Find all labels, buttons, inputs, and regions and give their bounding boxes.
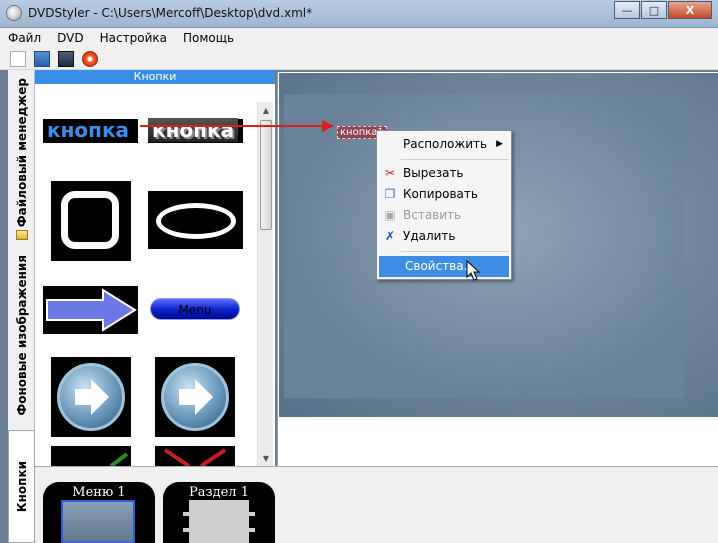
app-icon: [6, 5, 22, 21]
ctx-delete-label: Удалить: [403, 229, 456, 243]
gallery-scrollbar[interactable]: ▲ ▼: [257, 102, 273, 466]
maximize-button[interactable]: □: [641, 1, 667, 19]
button-thumb-rounded-square[interactable]: [51, 181, 131, 261]
buttons-gallery: кнопка кнопка Menu: [35, 84, 275, 466]
folder-icon: [15, 230, 28, 240]
tab-buttons[interactable]: Кнопки: [8, 430, 35, 543]
menu-help[interactable]: Помощь: [183, 31, 234, 45]
menubar: Файл DVD Настройка Помощь: [0, 28, 718, 48]
button-thumb-partial-2[interactable]: [155, 446, 235, 466]
copy-icon: ❐: [384, 187, 396, 201]
ctx-properties[interactable]: Свойства...: [379, 256, 509, 277]
scissors-icon: ✂: [384, 166, 396, 180]
ctx-delete[interactable]: ✗ Удалить: [377, 226, 511, 247]
tab-backgrounds-label: Фоновые изображения: [14, 254, 29, 416]
button-thumb-partial-1[interactable]: [51, 446, 131, 466]
toolbar: [0, 48, 718, 70]
button-thumb-circle-arrow-2[interactable]: [155, 357, 235, 437]
submenu-arrow-icon: ▶: [496, 139, 503, 149]
scroll-down-icon[interactable]: ▼: [258, 450, 274, 466]
check-icon: [109, 452, 129, 466]
mouse-cursor-icon: [466, 260, 480, 281]
ctx-paste-label: Вставить: [403, 208, 462, 222]
context-menu: Расположить ▶ ✂ Вырезать ❐ Копировать ▣ …: [376, 130, 512, 280]
chapter-preview-film: [183, 500, 255, 543]
ctx-separator: [401, 251, 509, 252]
button-sample-text: кнопка: [148, 118, 239, 142]
arrow-right-icon: [75, 379, 109, 415]
menu-settings[interactable]: Настройка: [100, 31, 167, 45]
burn-icon[interactable]: [82, 50, 98, 67]
rounded-square-shape: [61, 191, 119, 249]
close-button[interactable]: X: [668, 1, 712, 19]
ctx-paste[interactable]: ▣ Вставить: [377, 205, 511, 226]
drag-arrow-line: [140, 125, 325, 127]
button-thumb-text-white[interactable]: кнопка: [148, 118, 243, 143]
ctx-separator: [401, 159, 509, 160]
titleset-menu-card[interactable]: Меню 1: [43, 482, 155, 543]
button-thumb-menu[interactable]: Menu: [148, 294, 243, 324]
panel-header: Кнопки: [35, 70, 275, 84]
delete-icon: ✗: [384, 229, 396, 243]
tab-buttons-label: Кнопки: [14, 460, 29, 513]
drag-arrow-head: [322, 120, 334, 132]
scroll-up-icon[interactable]: ▲: [258, 102, 274, 118]
menu-card-title: Меню 1: [72, 485, 126, 500]
tab-file-manager-label: Файловый менеджер: [14, 78, 29, 228]
button-thumb-circle-arrow-1[interactable]: [51, 357, 131, 437]
arrow-right-icon: [46, 288, 137, 332]
titleset-chapter-card[interactable]: Раздел 1: [163, 482, 275, 543]
window-title: DVDStyler - C:\Users\Mercoff\Desktop\dvd…: [28, 6, 313, 20]
ctx-arrange[interactable]: Расположить ▶: [377, 134, 511, 155]
button-thumb-arrow[interactable]: [43, 286, 138, 334]
folder-icon-wrap: [8, 228, 35, 242]
button-thumb-ellipse[interactable]: [148, 191, 243, 249]
chapter-card-title: Раздел 1: [189, 485, 249, 500]
menu-pill-button: Menu: [150, 298, 240, 320]
menu-dvd[interactable]: DVD: [57, 31, 83, 45]
window-titlebar[interactable]: DVDStyler - C:\Users\Mercoff\Desktop\dvd…: [0, 0, 718, 28]
menu-preview: [61, 500, 135, 543]
open-icon[interactable]: [34, 50, 50, 67]
titleset-manager: Меню 1 Раздел 1: [35, 466, 718, 543]
arrow-right-icon: [179, 379, 213, 415]
ctx-cut-label: Вырезать: [403, 166, 464, 180]
ellipse-shape: [156, 203, 236, 239]
ctx-arrange-label: Расположить: [403, 137, 488, 151]
ctx-properties-label: Свойства...: [405, 259, 476, 273]
paste-icon: ▣: [384, 208, 396, 222]
button-thumb-text-blue[interactable]: кнопка: [43, 119, 138, 143]
ctx-copy[interactable]: ❐ Копировать: [377, 184, 511, 205]
ctx-cut[interactable]: ✂ Вырезать: [377, 163, 511, 184]
button-sample-text: кнопка: [47, 118, 130, 142]
menu-file[interactable]: Файл: [8, 31, 41, 45]
tab-file-manager[interactable]: Файловый менеджер: [8, 78, 35, 228]
tab-backgrounds[interactable]: Фоновые изображения: [8, 250, 35, 420]
cross-icon: [163, 448, 227, 466]
scroll-thumb[interactable]: [260, 120, 272, 230]
save-icon[interactable]: [58, 50, 74, 67]
new-icon[interactable]: [10, 50, 26, 67]
side-tabs: Файловый менеджер Фоновые изображения Кн…: [8, 70, 35, 543]
minimize-button[interactable]: —: [614, 1, 640, 19]
ctx-copy-label: Копировать: [403, 187, 478, 201]
